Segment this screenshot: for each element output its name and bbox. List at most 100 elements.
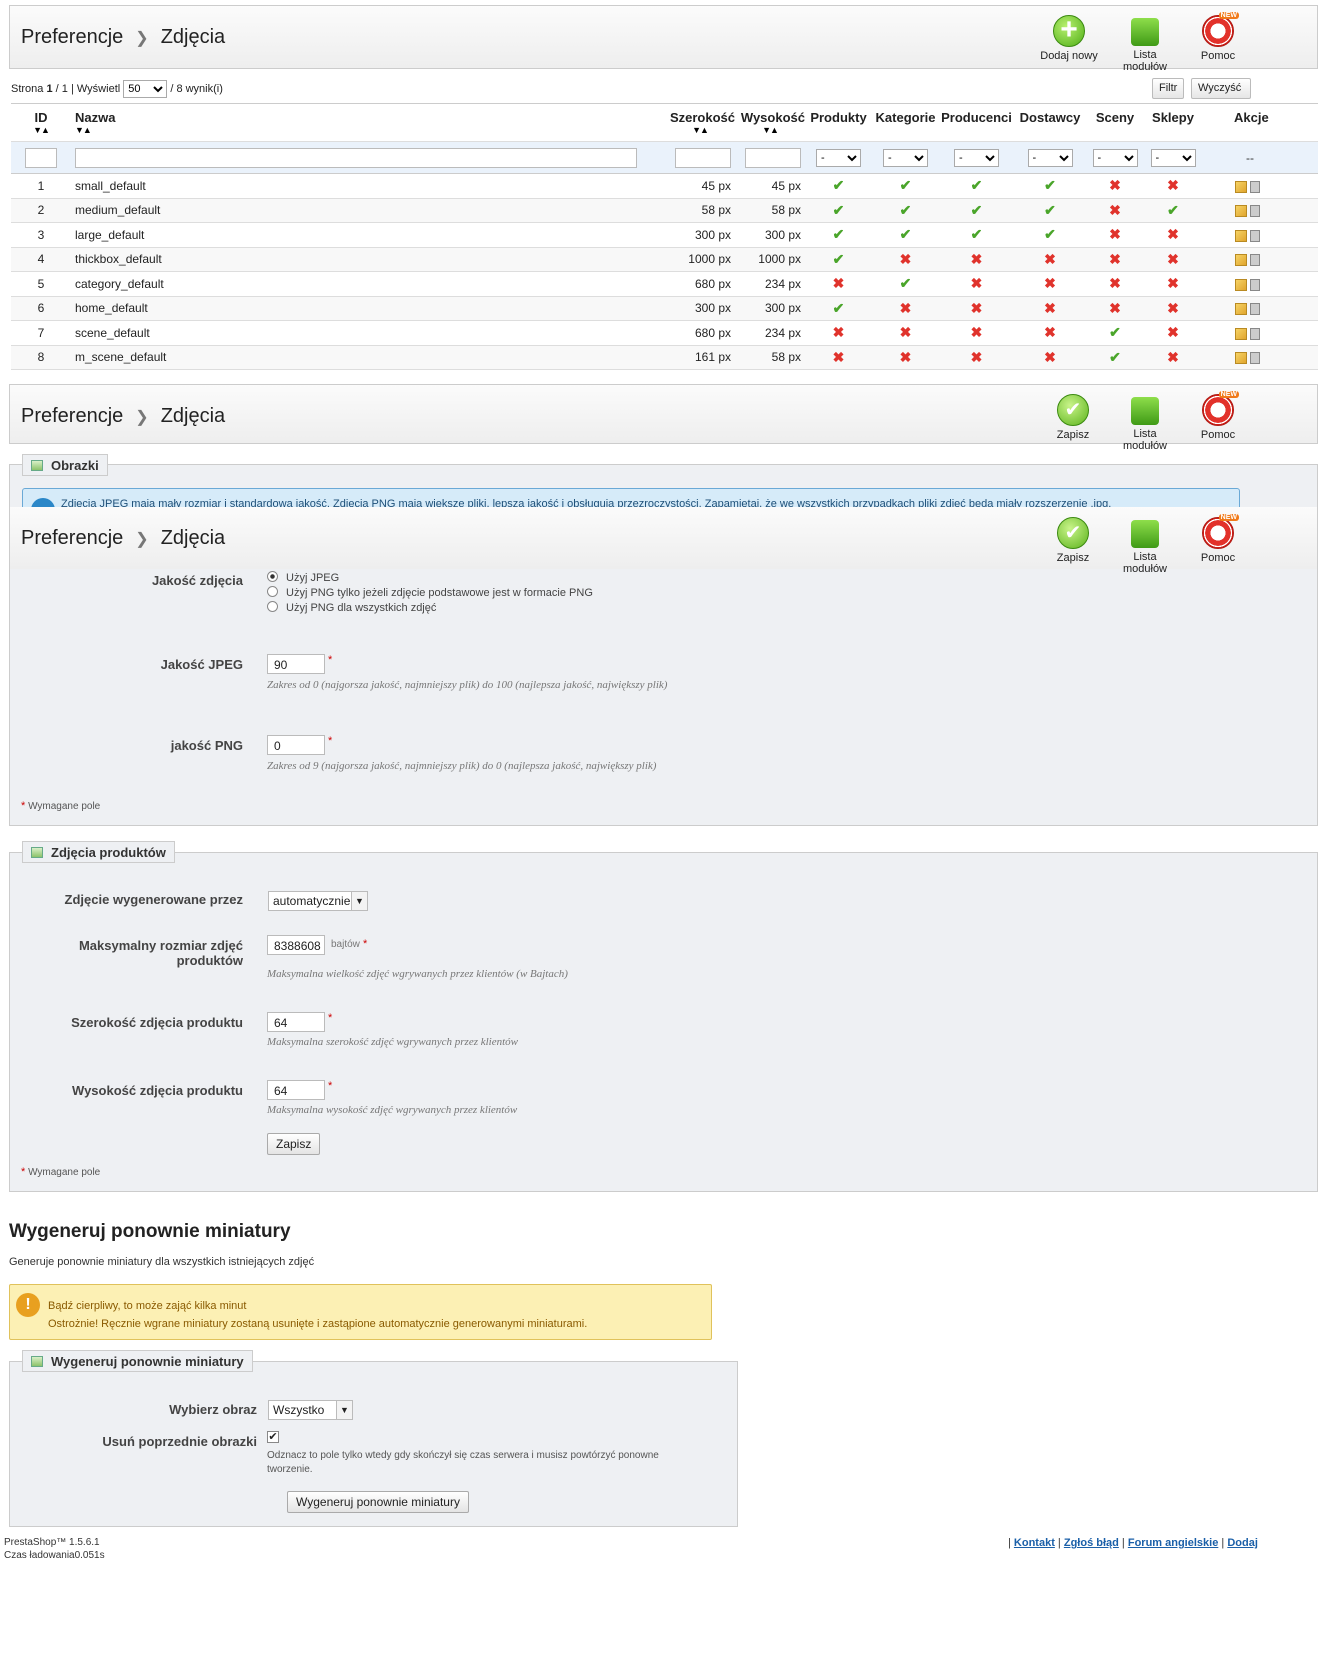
cross-icon[interactable]: ✖ — [1167, 349, 1179, 365]
check-icon[interactable]: ✔ — [833, 300, 845, 316]
footer-link-add[interactable]: Dodaj — [1227, 1537, 1258, 1549]
cross-icon[interactable]: ✖ — [1109, 275, 1121, 291]
cross-icon[interactable]: ✖ — [900, 349, 912, 365]
cross-icon[interactable]: ✖ — [971, 349, 983, 365]
module-list-button[interactable]: Lista modułów — [1110, 394, 1180, 452]
check-icon[interactable]: ✔ — [833, 251, 845, 267]
product-width-input[interactable]: 64 — [267, 1012, 325, 1032]
check-icon[interactable]: ✔ — [1167, 202, 1179, 218]
cross-icon[interactable]: ✖ — [1044, 349, 1056, 365]
clear-filter-button[interactable]: Wyczyść — [1191, 78, 1251, 99]
choose-image-select[interactable]: Wszystko ▼ — [268, 1400, 353, 1420]
cross-icon[interactable]: ✖ — [900, 324, 912, 340]
check-icon[interactable]: ✔ — [833, 202, 845, 218]
sort-arrows-icon[interactable]: ▼▲ — [11, 125, 71, 135]
cross-icon[interactable]: ✖ — [971, 275, 983, 291]
generated-by-select[interactable]: automatycznie ▼ — [268, 891, 368, 911]
trash-icon[interactable] — [1250, 254, 1260, 267]
sort-arrows-icon[interactable]: ▼▲ — [735, 125, 805, 135]
check-icon[interactable]: ✔ — [1109, 324, 1121, 340]
table-row[interactable]: 5 category_default 680 px 234 px ✖ ✔ ✖ ✖ ✖ ✖ — [11, 271, 1318, 297]
filter-width-input[interactable] — [675, 147, 731, 168]
save-button[interactable]: Zapisz — [1038, 394, 1108, 441]
table-row[interactable]: 8 m_scene_default 161 px 58 px ✖ ✖ ✖ ✖ ✔ ✖ — [11, 345, 1318, 370]
breadcrumb-preferences[interactable]: Preferencje — [21, 26, 123, 48]
cross-icon[interactable]: ✖ — [900, 300, 912, 316]
table-row[interactable]: 7 scene_default 680 px 234 px ✖ ✖ ✖ ✖ ✔ ✖ — [11, 320, 1318, 346]
radio-jpeg[interactable]: Użyj JPEG — [267, 571, 339, 584]
filter-categories-select[interactable]: - — [883, 148, 928, 167]
cross-icon[interactable]: ✖ — [833, 275, 845, 291]
filter-id-input[interactable] — [25, 147, 57, 168]
edit-icon[interactable] — [1235, 352, 1247, 365]
cross-icon[interactable]: ✖ — [971, 300, 983, 316]
check-icon[interactable]: ✔ — [900, 226, 912, 242]
cross-icon[interactable]: ✖ — [1109, 251, 1121, 267]
check-icon[interactable]: ✔ — [971, 202, 983, 218]
sort-arrows-icon[interactable]: ▼▲ — [75, 125, 665, 135]
cross-icon[interactable]: ✖ — [1109, 226, 1121, 242]
table-row[interactable]: 3 large_default 300 px 300 px ✔ ✔ ✔ ✔ ✖ ✖ — [11, 222, 1318, 248]
footer-link-bug[interactable]: Zgłoś błąd — [1064, 1537, 1119, 1549]
radio-icon[interactable] — [267, 586, 278, 597]
filter-scenes-select[interactable]: - — [1092, 148, 1138, 167]
edit-icon[interactable] — [1235, 278, 1247, 291]
edit-icon[interactable] — [1235, 229, 1247, 242]
edit-icon[interactable] — [1235, 303, 1247, 316]
breadcrumb-preferences[interactable]: Preferencje — [21, 527, 123, 549]
radio-checked-icon[interactable] — [267, 571, 278, 582]
sort-arrows-icon[interactable]: ▼▲ — [665, 125, 735, 135]
save-products-button[interactable]: Zapisz — [267, 1133, 321, 1155]
cross-icon[interactable]: ✖ — [1167, 226, 1179, 242]
check-icon[interactable]: ✔ — [971, 177, 983, 193]
cross-icon[interactable]: ✖ — [1109, 300, 1121, 316]
cross-icon[interactable]: ✖ — [1044, 251, 1056, 267]
check-icon[interactable]: ✔ — [1044, 177, 1056, 193]
edit-icon[interactable] — [1235, 205, 1247, 218]
max-size-input[interactable]: 8388608 — [267, 935, 325, 955]
trash-icon[interactable] — [1250, 352, 1260, 365]
table-row[interactable]: 4 thickbox_default 1000 px 1000 px ✔ ✖ ✖ ✖ ✖ ✖ — [11, 247, 1318, 272]
per-page-select[interactable]: 50 — [123, 80, 168, 98]
table-row[interactable]: 2 medium_default 58 px 58 px ✔ ✔ ✔ ✔ ✖ ✔ — [11, 198, 1318, 223]
check-icon[interactable]: ✔ — [1109, 349, 1121, 365]
save-button[interactable]: Zapisz — [1038, 517, 1108, 564]
help-button[interactable]: Pomoc — [1183, 514, 1253, 564]
trash-icon[interactable] — [1250, 327, 1260, 340]
table-row[interactable]: 1 small_default 45 px 45 px ✔ ✔ ✔ ✔ ✖ ✖ — [11, 173, 1318, 199]
filter-height-input[interactable] — [745, 147, 801, 168]
filter-name-input[interactable] — [75, 147, 637, 168]
cross-icon[interactable]: ✖ — [1167, 324, 1179, 340]
help-button[interactable]: Pomoc — [1183, 12, 1253, 62]
breadcrumb-preferences[interactable]: Preferencje — [21, 405, 123, 427]
footer-link-forum[interactable]: Forum angielskie — [1128, 1537, 1218, 1549]
cross-icon[interactable]: ✖ — [1167, 177, 1179, 193]
delete-previous-checkbox[interactable]: ✔ — [267, 1431, 279, 1443]
check-icon[interactable]: ✔ — [900, 177, 912, 193]
module-list-button[interactable]: Lista modułów — [1110, 15, 1180, 73]
png-quality-input[interactable]: 0 — [267, 735, 325, 755]
cross-icon[interactable]: ✖ — [1167, 275, 1179, 291]
check-icon[interactable]: ✔ — [1044, 202, 1056, 218]
cross-icon[interactable]: ✖ — [1044, 275, 1056, 291]
regenerate-button[interactable]: Wygeneruj ponownie miniatury — [287, 1491, 469, 1513]
radio-png-all[interactable]: Użyj PNG dla wszystkich zdjęć — [267, 601, 436, 614]
filter-suppliers-select[interactable]: - — [1027, 148, 1073, 167]
help-button[interactable]: Pomoc — [1183, 391, 1253, 441]
cross-icon[interactable]: ✖ — [833, 349, 845, 365]
check-icon[interactable]: ✔ — [971, 226, 983, 242]
trash-icon[interactable] — [1250, 205, 1260, 218]
radio-icon[interactable] — [267, 601, 278, 612]
jpeg-quality-input[interactable]: 90 — [267, 654, 325, 674]
trash-icon[interactable] — [1250, 303, 1260, 316]
filter-products-select[interactable]: - — [816, 148, 861, 167]
cross-icon[interactable]: ✖ — [1167, 300, 1179, 316]
edit-icon[interactable] — [1235, 254, 1247, 267]
footer-link-contact[interactable]: Kontakt — [1014, 1537, 1055, 1549]
filter-button[interactable]: Filtr — [1152, 78, 1185, 99]
check-icon[interactable]: ✔ — [900, 275, 912, 291]
table-row[interactable]: 6 home_default 300 px 300 px ✔ ✖ ✖ ✖ ✖ ✖ — [11, 296, 1318, 321]
cross-icon[interactable]: ✖ — [833, 324, 845, 340]
cross-icon[interactable]: ✖ — [1109, 177, 1121, 193]
cross-icon[interactable]: ✖ — [1044, 324, 1056, 340]
